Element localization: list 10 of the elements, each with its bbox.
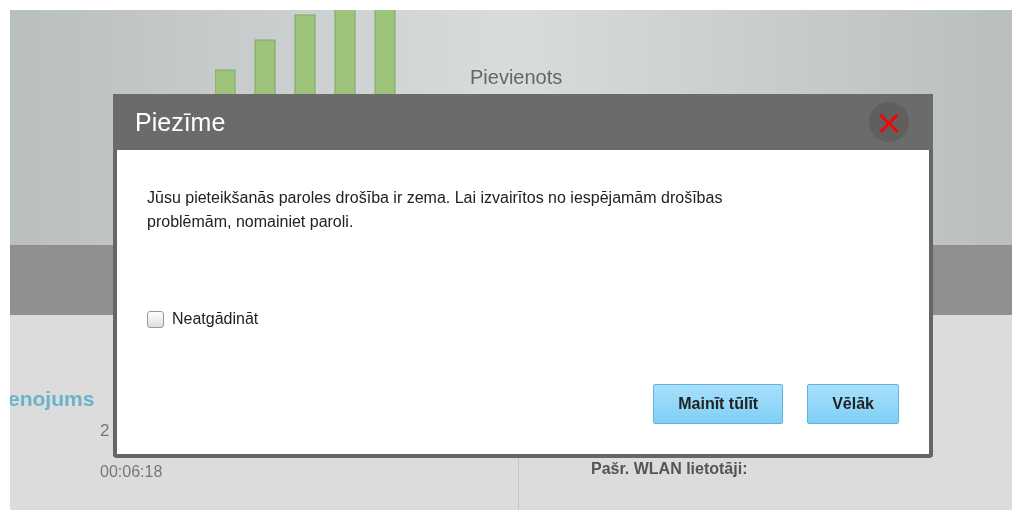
info-value: 2 [100, 421, 111, 441]
dialog-message: Jūsu pieteikšanās paroles drošība ir zema. Lai izvairītos no iespējamām drošības problēmām, nomainiet paroli. [147, 188, 724, 232]
wlan-users-label: Pašr. WLAN lietotāji: [591, 460, 748, 478]
connection-status: Pievienots [470, 66, 563, 89]
change-now-button[interactable]: Mainīt tūlīt [653, 384, 784, 424]
later-button[interactable]: Vēlāk [807, 384, 899, 424]
checkbox[interactable] [147, 310, 164, 328]
checkbox-label[interactable]: Neatgādināt [172, 310, 259, 328]
uptime-value: 00:06:18 [100, 463, 164, 481]
dialog-title: Piezīme [135, 107, 226, 137]
